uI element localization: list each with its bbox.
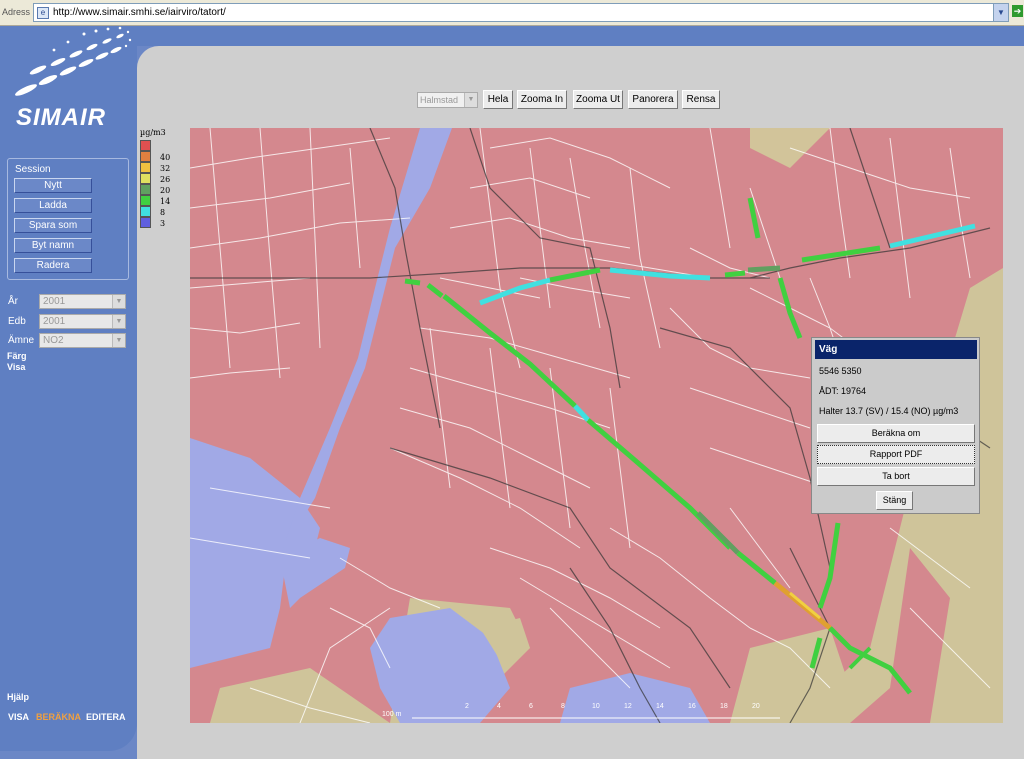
legend-swatch bbox=[140, 151, 151, 162]
legend-label: 40 bbox=[160, 153, 171, 162]
scale-tick: 6 bbox=[529, 703, 533, 710]
show-link[interactable]: Visa bbox=[7, 362, 25, 372]
scale-tick: 10 bbox=[592, 703, 600, 710]
legend-swatch bbox=[140, 140, 151, 151]
scale-tick: 14 bbox=[656, 703, 664, 710]
edb-select[interactable]: 2001 ▼ bbox=[39, 314, 126, 329]
top-strip bbox=[137, 26, 1024, 46]
year-select[interactable]: 2001 ▼ bbox=[39, 294, 126, 309]
go-arrow-icon[interactable]: ➔ bbox=[1012, 5, 1023, 17]
scale-tick: 8 bbox=[561, 703, 565, 710]
load-session-button[interactable]: Ladda bbox=[14, 198, 92, 213]
legend-unit: µg/m3 bbox=[140, 128, 166, 137]
save-as-button[interactable]: Spara som bbox=[14, 218, 92, 233]
legend-row: 3 bbox=[140, 217, 180, 228]
help-link[interactable]: Hjälp bbox=[7, 692, 29, 702]
legend-swatch bbox=[140, 184, 151, 195]
scale-tick: 12 bbox=[624, 703, 632, 710]
remove-button[interactable]: Ta bort bbox=[817, 467, 975, 486]
scale-label: 100 m bbox=[382, 711, 402, 718]
road-coords: 5546 5350 bbox=[819, 366, 862, 376]
app-logo-text: SIMAIR bbox=[16, 104, 106, 131]
legend-label: 14 bbox=[160, 197, 171, 206]
nav-editera[interactable]: EDITERA bbox=[86, 712, 126, 722]
simair-logo-icon bbox=[15, 26, 132, 96]
scale-tick: 20 bbox=[752, 703, 760, 710]
popup-title: Väg bbox=[815, 340, 977, 359]
zoom-in-button[interactable]: Zooma In bbox=[517, 90, 567, 109]
legend-row: 26 bbox=[140, 173, 180, 184]
substance-value: NO2 bbox=[43, 335, 64, 346]
recalculate-button[interactable]: Beräkna om bbox=[817, 424, 975, 443]
edb-value: 2001 bbox=[43, 316, 66, 327]
legend-row: 32 bbox=[140, 162, 180, 173]
legend-row: 14 bbox=[140, 195, 180, 206]
chevron-down-icon: ▼ bbox=[112, 334, 125, 347]
road-adt: ÅDT: 19764 bbox=[819, 386, 867, 396]
legend-row: 40 bbox=[140, 151, 180, 162]
chevron-down-icon: ▼ bbox=[464, 93, 477, 107]
scale-tick: 2 bbox=[465, 703, 469, 710]
session-title: Session bbox=[15, 164, 51, 175]
legend-swatch bbox=[140, 162, 151, 173]
close-popup-button[interactable]: Stäng bbox=[876, 491, 913, 510]
legend-row: 20 bbox=[140, 184, 180, 195]
clear-button[interactable]: Rensa bbox=[682, 90, 720, 109]
legend-label: 20 bbox=[160, 186, 171, 195]
scale-tick: 18 bbox=[720, 703, 728, 710]
city-select[interactable]: Halmstad ▼ bbox=[417, 92, 478, 108]
color-legend: 40 32 26 20 14 8 3 bbox=[140, 140, 180, 228]
legend-row: 8 bbox=[140, 206, 180, 217]
zoom-out-button[interactable]: Zooma Ut bbox=[573, 90, 623, 109]
legend-swatch bbox=[140, 206, 151, 217]
year-value: 2001 bbox=[43, 296, 66, 307]
session-panel: Session Nytt Ladda Spara som Byt namn Ra… bbox=[7, 158, 129, 280]
pan-button[interactable]: Panorera bbox=[628, 90, 678, 109]
legend-row bbox=[140, 140, 180, 151]
legend-label: 8 bbox=[160, 208, 166, 217]
delete-session-button[interactable]: Radera bbox=[14, 258, 92, 273]
full-view-button[interactable]: Hela bbox=[483, 90, 513, 109]
color-link[interactable]: Färg bbox=[7, 351, 27, 361]
url-text: http://www.simair.smhi.se/iairviro/tator… bbox=[53, 7, 226, 18]
scale-tick: 16 bbox=[688, 703, 696, 710]
legend-label: 3 bbox=[160, 219, 166, 228]
url-input[interactable]: e http://www.simair.smhi.se/iairviro/tat… bbox=[33, 3, 1009, 22]
nav-berakna[interactable]: BERÄKNA bbox=[36, 712, 81, 722]
legend-swatch bbox=[140, 195, 151, 206]
year-label: År bbox=[8, 296, 18, 307]
scale-tick: 4 bbox=[497, 703, 501, 710]
road-info-popup: Väg 5546 5350 ÅDT: 19764 Halter 13.7 (SV… bbox=[811, 337, 980, 514]
new-session-button[interactable]: Nytt bbox=[14, 178, 92, 193]
edb-label: Edb bbox=[8, 316, 26, 327]
city-value: Halmstad bbox=[420, 95, 459, 105]
sidebar bbox=[0, 26, 137, 751]
road-concentration: Halter 13.7 (SV) / 15.4 (NO) µg/m3 bbox=[819, 406, 959, 416]
address-label: Adress bbox=[2, 7, 31, 17]
page-icon: e bbox=[37, 7, 49, 19]
rename-button[interactable]: Byt namn bbox=[14, 238, 92, 253]
chevron-down-icon: ▼ bbox=[112, 315, 125, 328]
legend-label: 26 bbox=[160, 175, 171, 184]
legend-label: 32 bbox=[160, 164, 171, 173]
substance-select[interactable]: NO2 ▼ bbox=[39, 333, 126, 348]
url-dropdown-icon[interactable]: ▼ bbox=[993, 4, 1008, 21]
legend-swatch bbox=[140, 217, 151, 228]
nav-visa[interactable]: VISA bbox=[8, 712, 29, 722]
legend-swatch bbox=[140, 173, 151, 184]
substance-label: Ämne bbox=[8, 335, 35, 346]
chevron-down-icon: ▼ bbox=[112, 295, 125, 308]
address-bar: Adress e http://www.simair.smhi.se/iairv… bbox=[0, 0, 1024, 26]
report-pdf-button[interactable]: Rapport PDF bbox=[817, 445, 975, 464]
